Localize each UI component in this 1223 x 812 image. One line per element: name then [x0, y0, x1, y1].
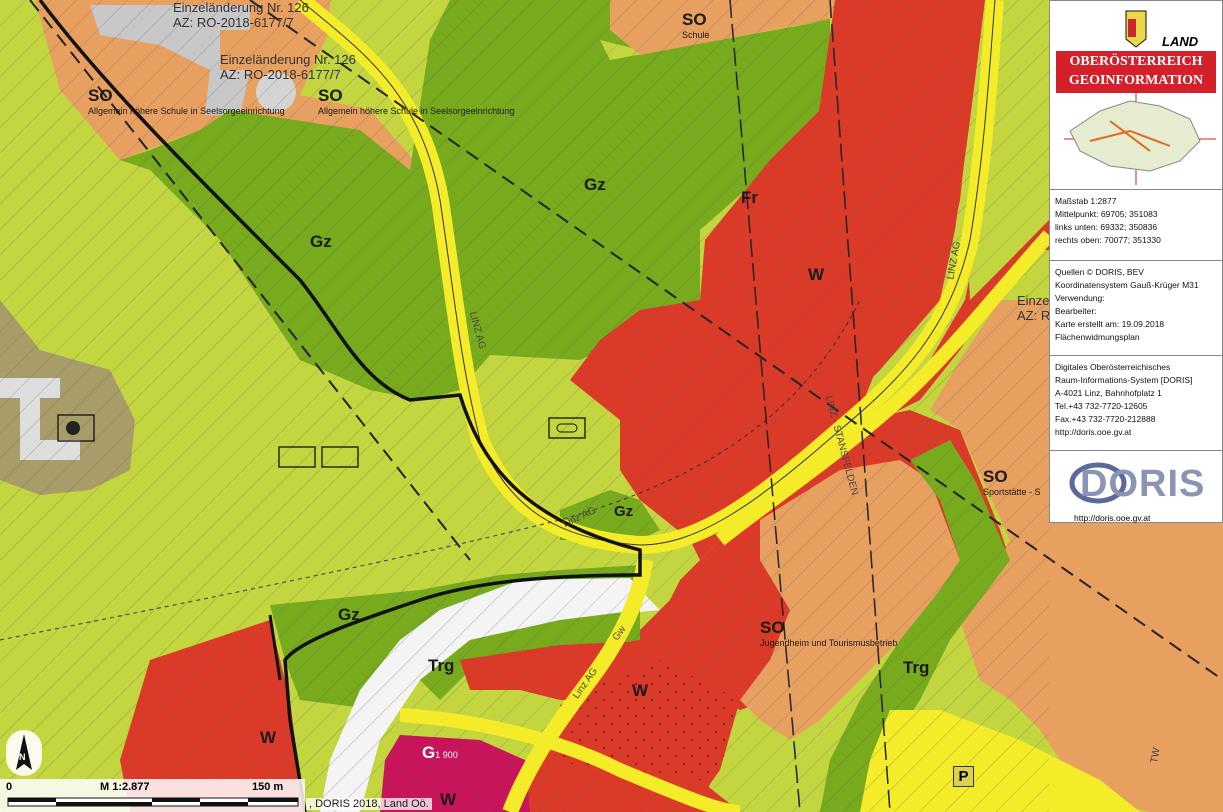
- zone-label-trg-1: Trg: [428, 656, 455, 675]
- north-label: N: [19, 752, 26, 762]
- usage-text: Verwendung:: [1055, 293, 1105, 303]
- amendment-label-1: Einzeländerung Nr. 126 AZ: RO-2018-6177/7: [173, 0, 309, 30]
- amendment-label-3: Einze AZ: R: [1017, 293, 1051, 323]
- map-info-section: Maßstab 1:2877 Mittelpunkt: 69705; 35108…: [1050, 190, 1222, 261]
- zone-label-gz-1: Gz: [310, 232, 332, 251]
- zone-label-so-youth: SO Jugendheim und Tourismusbetrieb: [760, 618, 898, 648]
- address-text: A-4021 Linz, Bahnhofplatz 1: [1055, 388, 1162, 398]
- zone-label-gz-4: Gz: [338, 605, 360, 624]
- scale-zero: 0: [6, 781, 13, 793]
- zone-label-trg-2: Trg: [903, 658, 930, 677]
- logo-title-2: GEOINFORMATION: [1068, 73, 1204, 88]
- contact-section: Digitales Oberösterreichisches Raum-Info…: [1050, 356, 1222, 451]
- scale-segments: [7, 797, 299, 807]
- zoning-map[interactable]: [0, 0, 1223, 812]
- info-panel: LAND OBERÖSTERREICH GEOINFORMATION Maßst…: [1049, 0, 1223, 523]
- zone-label-w-4: W: [440, 790, 457, 809]
- org-text-2: Raum-Informations-System [DORIS]: [1055, 375, 1193, 385]
- org-text-1: Digitales Oberösterreichisches: [1055, 362, 1171, 372]
- zone-label-g: G1 900: [422, 743, 458, 762]
- parking-symbol: P: [953, 766, 974, 787]
- scale-ratio: M 1:2.877: [100, 781, 150, 793]
- zone-label-so-sport: SO Sportstätte - S: [983, 467, 1041, 497]
- upper-right-text: rechts oben: 70077; 351330: [1055, 235, 1161, 245]
- tel-text: Tel.+43 732-7720-12605: [1055, 401, 1148, 411]
- crs-text: Koordinatensystem Gauß-Krüger M31: [1055, 280, 1199, 290]
- zone-label-w-2: W: [632, 681, 649, 700]
- zone-label-so-2: SO Allgemein höhere Schule in Seelsorgeei…: [318, 86, 515, 116]
- zone-label-w-3: W: [260, 728, 277, 747]
- coat-of-arms-icon: [1056, 7, 1216, 185]
- copyright: , DORIS 2018, Land Oö.: [306, 798, 432, 810]
- editor-text: Bearbeiter:: [1055, 306, 1097, 316]
- sources-text: Quellen © DORIS, BEV: [1055, 267, 1144, 277]
- fax-text: Fax.+43 732-7720-212888: [1055, 414, 1156, 424]
- created-text: Karte erstellt am: 19.09.2018: [1055, 319, 1165, 329]
- zone-label-so-1: SO Allgemein höhere Schule in Seelsorgeei…: [88, 86, 285, 116]
- zone-label-fr: Fr: [741, 188, 758, 207]
- scale-bar: 0 M 1:2.877 150 m: [0, 779, 305, 812]
- logo-title-1: OBERÖSTERREICH: [1069, 54, 1203, 69]
- scale-length: 150 m: [252, 781, 284, 793]
- lower-left-text: links unten: 69332; 350836: [1055, 222, 1158, 232]
- doris-wordmark: DORIS: [1080, 463, 1206, 505]
- logo-land: LAND: [1162, 34, 1199, 49]
- zone-label-so-school: SO Schule: [682, 10, 710, 40]
- land-ooe-logo: LAND OBERÖSTERREICH GEOINFORMATION: [1050, 1, 1222, 190]
- scale-text: Maßstab 1:2877: [1055, 196, 1117, 206]
- url-text[interactable]: http://doris.ooe.gv.at: [1055, 426, 1217, 439]
- doris-url[interactable]: http://doris.ooe.gv.at: [1074, 513, 1150, 523]
- doris-logo: DORIS http://doris.ooe.gv.at: [1050, 451, 1222, 527]
- center-text: Mittelpunkt: 69705; 351083: [1055, 209, 1158, 219]
- north-arrow: N: [6, 730, 42, 776]
- zone-label-gz-3: Gz: [614, 503, 634, 520]
- zone-label-gz-2: Gz: [584, 175, 606, 194]
- zone-label-w-1: W: [808, 265, 825, 284]
- amendment-label-2: Einzeländerung Nr. 126 AZ: RO-2018-6177/7: [220, 52, 356, 82]
- plan-text: Flächenwidmungsplan: [1055, 332, 1140, 342]
- source-section: Quellen © DORIS, BEV Koordinatensystem G…: [1050, 261, 1222, 356]
